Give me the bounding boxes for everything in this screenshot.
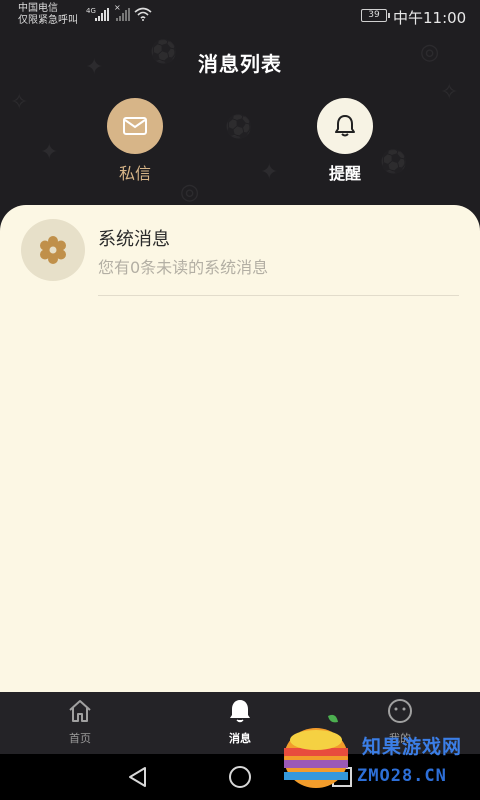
tab-home-label: 首页 <box>69 732 91 745</box>
home-circle-icon[interactable] <box>228 765 252 789</box>
decor-pattern: ✧ <box>10 90 29 115</box>
carrier-name: 中国电信 <box>18 3 58 14</box>
decor-pattern: ✦ <box>260 160 279 185</box>
reminder-label: 提醒 <box>328 164 361 183</box>
message-list-panel: 系统消息 您有0条未读的系统消息 <box>0 205 480 692</box>
home-icon <box>69 700 91 722</box>
wifi-icon <box>134 7 152 21</box>
reminder-circle[interactable] <box>317 98 373 154</box>
bell-icon <box>230 700 250 723</box>
decor-pattern: ◎ <box>180 180 200 205</box>
tab-messages-label: 消息 <box>229 732 251 745</box>
list-item-system-message[interactable]: 系统消息 您有0条未读的系统消息 <box>0 205 480 297</box>
signal-secondary-icon <box>116 8 130 21</box>
signal-icon <box>95 8 109 21</box>
system-message-avatar <box>21 219 85 281</box>
gear-icon <box>40 236 66 264</box>
reminder-button[interactable]: 提醒 <box>300 98 390 184</box>
system-message-title: 系统消息 <box>98 229 170 250</box>
private-message-circle[interactable] <box>107 98 163 154</box>
status-clock: 中午11:00 <box>393 9 467 27</box>
header-background: ⚽ ✦ ⚽ ✦ ◎ ✧ ✦ ◎ ⚽ ✧ <box>0 0 480 230</box>
list-divider <box>98 295 459 296</box>
tab-messages[interactable]: 消息 <box>200 698 280 746</box>
watermark-text-top: 知果游戏网 <box>362 736 463 758</box>
decor-pattern: ✧ <box>440 80 459 105</box>
page-title: 消息列表 <box>198 52 282 76</box>
battery-indicator: 39 <box>361 9 390 22</box>
decor-pattern: ⚽ <box>225 115 253 140</box>
system-message-subtitle: 您有0条未读的系统消息 <box>98 258 269 277</box>
watermark-text-bottom: ZMO28.CN <box>357 766 447 786</box>
status-bar: 中国电信 仅限紧急呼叫 4G × 39 中午11:00 <box>0 0 480 32</box>
carrier-status: 仅限紧急呼叫 <box>18 15 78 26</box>
private-message-button[interactable]: 私信 <box>90 98 180 184</box>
envelope-icon <box>123 117 147 135</box>
back-triangle-icon[interactable] <box>126 765 150 789</box>
decor-pattern: ✦ <box>40 140 59 165</box>
carrier-info: 中国电信 仅限紧急呼叫 <box>18 3 78 27</box>
private-message-label: 私信 <box>118 164 151 183</box>
bell-icon <box>335 115 355 137</box>
tab-home[interactable]: 首页 <box>40 698 120 746</box>
